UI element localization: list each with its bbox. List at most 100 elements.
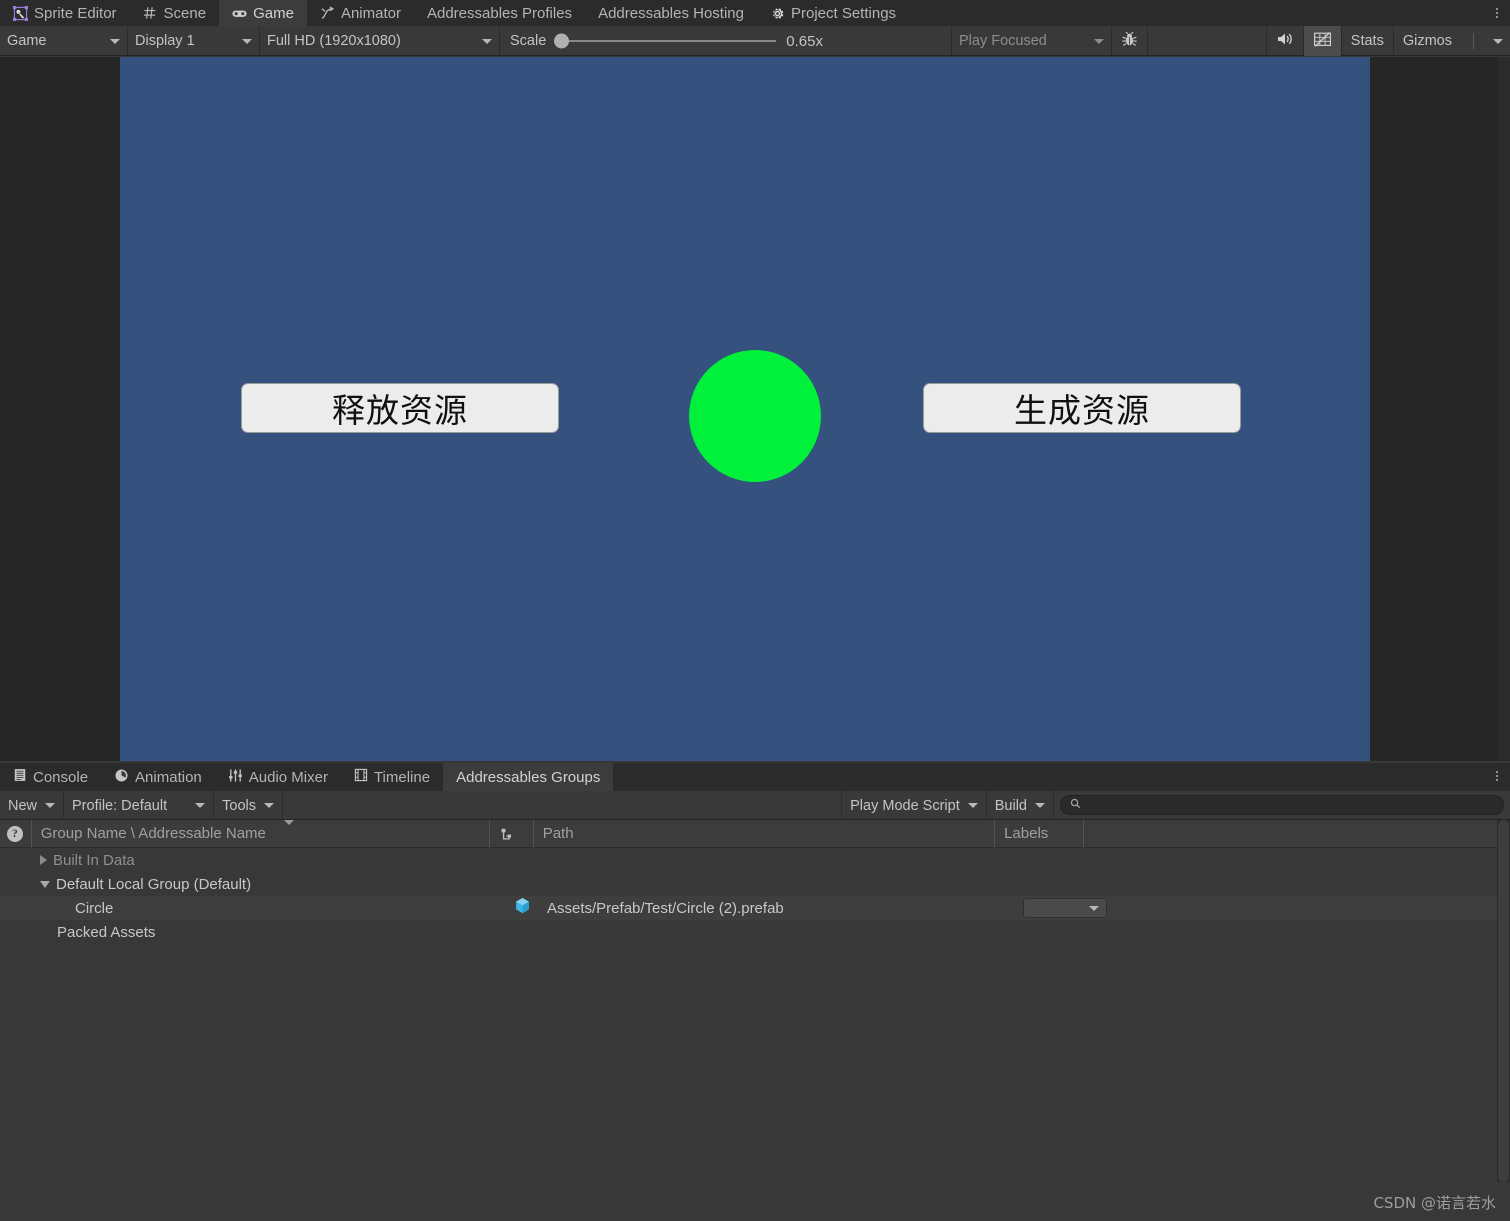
row-name-label: Built In Data xyxy=(53,851,135,869)
play-mode-script-dropdown[interactable]: Play Mode Script xyxy=(842,791,987,820)
timeline-icon xyxy=(354,768,368,786)
row-type-icon-cell xyxy=(497,897,547,919)
tab-addressables-profiles[interactable]: Addressables Profiles xyxy=(414,0,585,26)
chevron-down-icon[interactable] xyxy=(40,880,50,888)
profile-dropdown[interactable]: Profile: Default xyxy=(64,791,215,820)
tab-label: Addressables Groups xyxy=(456,768,601,786)
search-icon xyxy=(1070,798,1081,812)
tab-project-settings[interactable]: Project Settings xyxy=(757,0,909,26)
tab-sprite-editor[interactable]: Sprite Editor xyxy=(0,0,130,26)
column-header-group-name[interactable]: Group Name \ Addressable Name xyxy=(30,819,489,848)
gizmos-dropdown[interactable]: Gizmos xyxy=(1394,26,1510,56)
labels-dropdown[interactable] xyxy=(1023,898,1107,918)
tab-game[interactable]: Game xyxy=(219,0,307,26)
top-tab-bar: Sprite Editor Scene Game Animator Addres… xyxy=(0,0,1510,26)
build-dropdown[interactable]: Build xyxy=(987,791,1054,820)
display-selector[interactable]: Display 1 xyxy=(128,26,260,56)
spawn-resource-button[interactable]: 生成资源 xyxy=(923,383,1241,433)
scale-label: Scale xyxy=(510,33,547,49)
chevron-down-icon xyxy=(195,803,206,808)
new-group-dropdown[interactable]: New xyxy=(0,791,65,820)
scale-slider-group[interactable]: Scale 0.65x xyxy=(500,26,952,56)
groups-panel-scrollbar-vertical[interactable] xyxy=(1497,820,1510,1182)
table-row[interactable]: Built In Data xyxy=(0,848,1497,872)
tab-bar-spacer xyxy=(909,0,1484,26)
game-view-selector[interactable]: Game xyxy=(0,26,128,56)
help-icon[interactable]: ? xyxy=(7,825,23,842)
row-name-cell[interactable]: Default Local Group (Default) xyxy=(0,876,497,893)
tab-label: Game xyxy=(253,4,294,22)
spawn-resource-button-label: 生成资源 xyxy=(1014,391,1150,430)
row-path-cell: Assets/Prefab/Test/Circle (2).prefab xyxy=(547,899,784,917)
aspect-ratio-selector[interactable]: Full HD (1920x1080) xyxy=(260,26,500,56)
scale-slider-handle[interactable] xyxy=(554,33,570,49)
scale-value: 0.65x xyxy=(786,32,823,50)
gizmos-toggle-button[interactable] xyxy=(1303,26,1342,56)
row-name-cell[interactable]: Built In Data xyxy=(0,852,497,869)
tab-addressables-groups[interactable]: Addressables Groups xyxy=(443,763,614,791)
stats-label: Stats xyxy=(1350,33,1384,49)
divider xyxy=(1473,32,1474,50)
game-view[interactable]: 释放资源 生成资源 xyxy=(0,57,1497,761)
bottom-tab-bar: Console Animation Audio Mixer Timeline A… xyxy=(0,763,1510,791)
tab-audio-mixer[interactable]: Audio Mixer xyxy=(215,763,341,791)
audio-mixer-icon xyxy=(228,768,243,787)
game-render-canvas[interactable]: 释放资源 生成资源 xyxy=(120,57,1370,761)
tab-label: Animator xyxy=(340,4,401,22)
release-resource-button[interactable]: 释放资源 xyxy=(241,383,559,433)
bug-icon xyxy=(1121,31,1138,52)
chevron-down-icon xyxy=(967,803,978,808)
tab-label: Scene xyxy=(163,4,207,22)
column-header-extra xyxy=(1082,819,1497,848)
chevron-right-icon[interactable] xyxy=(40,855,47,865)
green-circle-sprite xyxy=(689,350,821,482)
column-header-labels[interactable]: Labels xyxy=(994,819,1083,848)
tab-label: Project Settings xyxy=(790,4,897,22)
search-container xyxy=(1054,791,1510,819)
tab-addressables-hosting[interactable]: Addressables Hosting xyxy=(585,0,757,26)
row-name-cell[interactable]: Circle xyxy=(0,900,497,917)
row-name-cell[interactable]: Packed Assets xyxy=(0,924,497,941)
sprite-editor-icon xyxy=(13,5,28,21)
chevron-down-icon xyxy=(242,38,252,44)
tab-animator[interactable]: Animator xyxy=(307,0,414,26)
new-group-label: New xyxy=(8,797,38,814)
search-box[interactable] xyxy=(1060,795,1504,815)
aspect-ratio-label: Full HD (1920x1080) xyxy=(267,33,401,49)
game-view-scrollbar-vertical[interactable] xyxy=(1497,57,1510,761)
table-row[interactable]: Packed Assets xyxy=(0,920,1497,944)
top-panel-menu-icon[interactable] xyxy=(1484,0,1510,26)
tab-label: Timeline xyxy=(373,768,431,786)
bottom-panel-menu-icon[interactable] xyxy=(1484,763,1510,789)
csdn-watermark: CSDN @诺言若水 xyxy=(1373,1194,1496,1212)
groups-table-header: ? Group Name \ Addressable Name Path Lab… xyxy=(0,819,1497,848)
row-name-label: Circle xyxy=(75,899,114,917)
gear-icon xyxy=(770,6,785,21)
game-view-toolbar: Game Display 1 Full HD (1920x1080) Scale… xyxy=(0,26,1510,56)
column-header-path[interactable]: Path xyxy=(532,819,994,848)
tools-dropdown[interactable]: Tools xyxy=(214,791,283,820)
addressables-toolbar-spacer xyxy=(283,791,843,819)
scrollbar-thumb[interactable] xyxy=(1498,820,1509,1182)
search-input[interactable] xyxy=(1086,797,1494,813)
display-selector-label: Display 1 xyxy=(135,33,195,49)
tools-label: Tools xyxy=(222,797,256,814)
play-focus-selector[interactable]: Play Focused xyxy=(952,26,1112,56)
tab-console[interactable]: Console xyxy=(0,763,101,791)
mute-audio-button[interactable] xyxy=(1267,26,1304,56)
tab-timeline[interactable]: Timeline xyxy=(341,763,443,791)
column-header-type-icon[interactable] xyxy=(489,819,533,848)
gizmos-toggle-icon xyxy=(1313,31,1332,52)
debug-bug-button[interactable] xyxy=(1112,26,1148,56)
scale-slider[interactable] xyxy=(554,33,777,49)
bottom-tab-bar-spacer xyxy=(613,763,1484,791)
release-resource-button-label: 释放资源 xyxy=(332,391,468,430)
row-name-label: Packed Assets xyxy=(57,923,156,941)
tab-scene[interactable]: Scene xyxy=(130,0,220,26)
table-row[interactable]: Circle Assets/Prefab/Test/Circle (2).pre… xyxy=(0,896,1497,920)
gizmos-label: Gizmos xyxy=(1402,33,1452,49)
scene-hash-icon xyxy=(143,6,158,21)
stats-button[interactable]: Stats xyxy=(1342,26,1394,56)
table-row[interactable]: Default Local Group (Default) xyxy=(0,872,1497,896)
tab-animation[interactable]: Animation xyxy=(101,763,215,791)
